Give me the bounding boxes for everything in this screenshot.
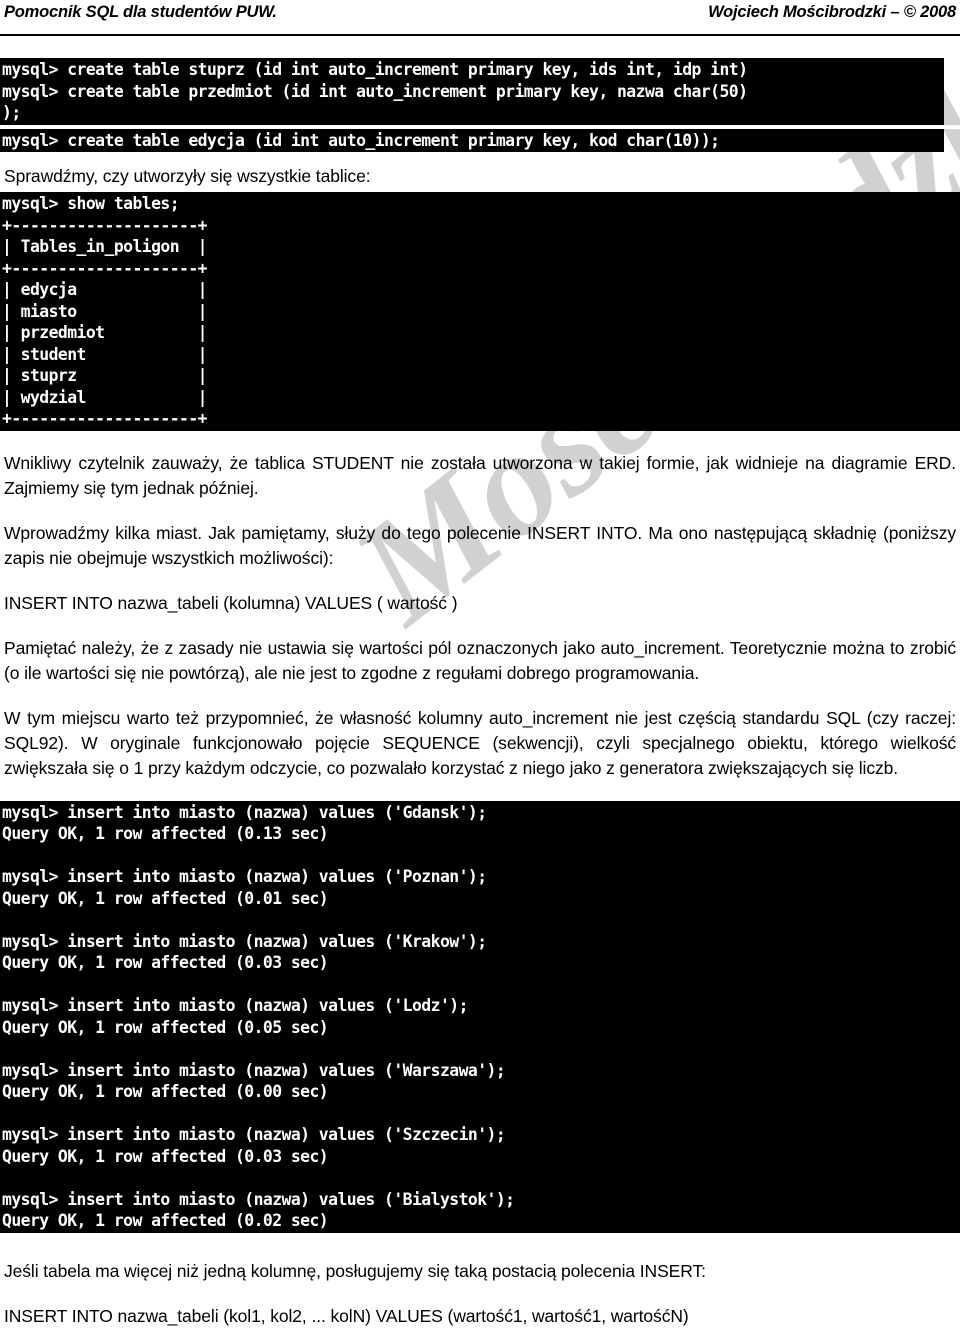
header-author-right: Wojciech Mościbrodzki – © 2008 bbox=[708, 3, 956, 21]
syntax-insert-multi-column: INSERT INTO nazwa_tabeli (kol1, kol2, ..… bbox=[4, 1305, 689, 1326]
syntax-insert-single-column: INSERT INTO nazwa_tabeli (kolumna) VALUE… bbox=[4, 592, 458, 613]
terminal-create-tables-block-1: mysql> create table stuprz (id int auto_… bbox=[0, 58, 944, 125]
paragraph-insert-into-intro: Wprowadźmy kilka miast. Jak pamiętamy, s… bbox=[4, 522, 956, 568]
terminal-show-tables-block: mysql> show tables; +-------------------… bbox=[0, 192, 960, 431]
paragraph-sequence-note: W tym miejscu warto też przypomnieć, że … bbox=[4, 707, 956, 778]
document-page: Pomocnik SQL dla studentów PUW. Wojciech… bbox=[0, 0, 960, 1329]
page-header: Pomocnik SQL dla studentów PUW. Wojciech… bbox=[0, 0, 960, 36]
paragraph-student-note: Wnikliwy czytelnik zauważy, że tablica S… bbox=[4, 452, 956, 498]
paragraph-multi-column-intro: Jeśli tabela ma więcej niż jedną kolumnę… bbox=[4, 1260, 706, 1281]
terminal-insert-miasto-block: mysql> insert into miasto (nazwa) values… bbox=[0, 800, 960, 1233]
intro-line: Sprawdźmy, czy utworzyły się wszystkie t… bbox=[4, 166, 371, 186]
header-title-left: Pomocnik SQL dla studentów PUW. bbox=[4, 3, 277, 21]
terminal-create-tables-block-2: mysql> create table edycja (id int auto_… bbox=[0, 128, 944, 152]
paragraph-auto-increment-note: Pamiętać należy, że z zasady nie ustawia… bbox=[4, 637, 956, 683]
